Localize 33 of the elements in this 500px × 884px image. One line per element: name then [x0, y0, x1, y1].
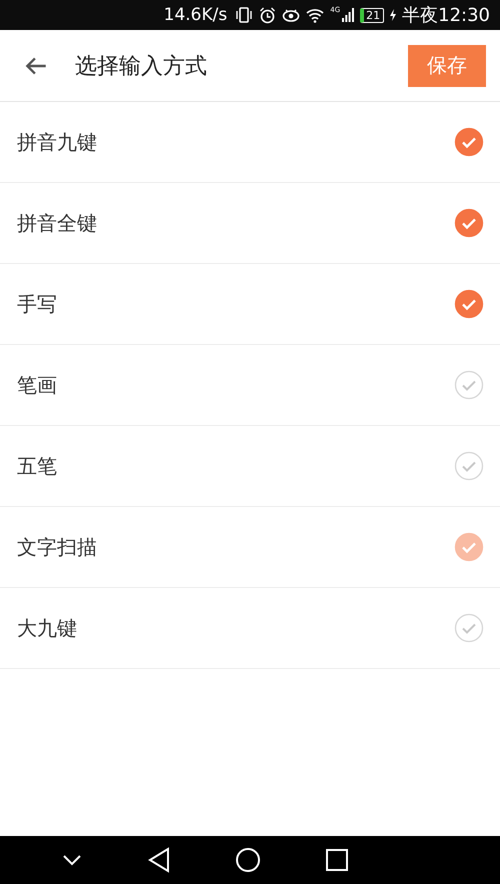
- input-method-option[interactable]: 大九键: [0, 588, 500, 669]
- option-label: 大九键: [17, 614, 77, 642]
- option-label: 笔画: [17, 372, 57, 398]
- page-title: 选择输入方式: [75, 52, 208, 80]
- input-method-option[interactable]: 五笔: [0, 426, 500, 507]
- option-label: 拼音九键: [17, 128, 97, 156]
- input-method-option[interactable]: 笔画: [0, 345, 500, 426]
- recents-icon[interactable]: [326, 849, 348, 871]
- battery-level-text: 21: [366, 10, 380, 20]
- option-label: 拼音全键: [17, 210, 97, 236]
- checkmark-icon[interactable]: [454, 208, 484, 238]
- vibrate-icon: [235, 7, 254, 23]
- charging-icon: [390, 9, 396, 21]
- checkmark-icon[interactable]: [454, 613, 484, 643]
- option-label: 五笔: [17, 452, 57, 480]
- input-method-option[interactable]: 拼音九键: [0, 102, 500, 183]
- home-icon[interactable]: [235, 847, 262, 873]
- option-label: 手写: [17, 290, 57, 318]
- checkmark-icon[interactable]: [454, 289, 484, 319]
- eye-icon: [282, 7, 300, 23]
- option-label: 文字扫描: [17, 534, 97, 560]
- checkmark-icon[interactable]: [454, 451, 484, 481]
- chevron-down-icon[interactable]: [62, 854, 82, 866]
- checkmark-icon[interactable]: [454, 127, 484, 157]
- wifi-icon: [306, 8, 324, 22]
- input-method-option[interactable]: 拼音全键: [0, 183, 500, 264]
- alarm-icon: [259, 6, 276, 24]
- signal-icon: [342, 8, 354, 22]
- back-icon[interactable]: [146, 847, 171, 873]
- network-speed: 14.6K/s: [164, 5, 228, 25]
- checkmark-icon[interactable]: [454, 370, 484, 400]
- clock-time: 半夜12:30: [402, 4, 490, 27]
- input-method-option[interactable]: 手写: [0, 264, 500, 345]
